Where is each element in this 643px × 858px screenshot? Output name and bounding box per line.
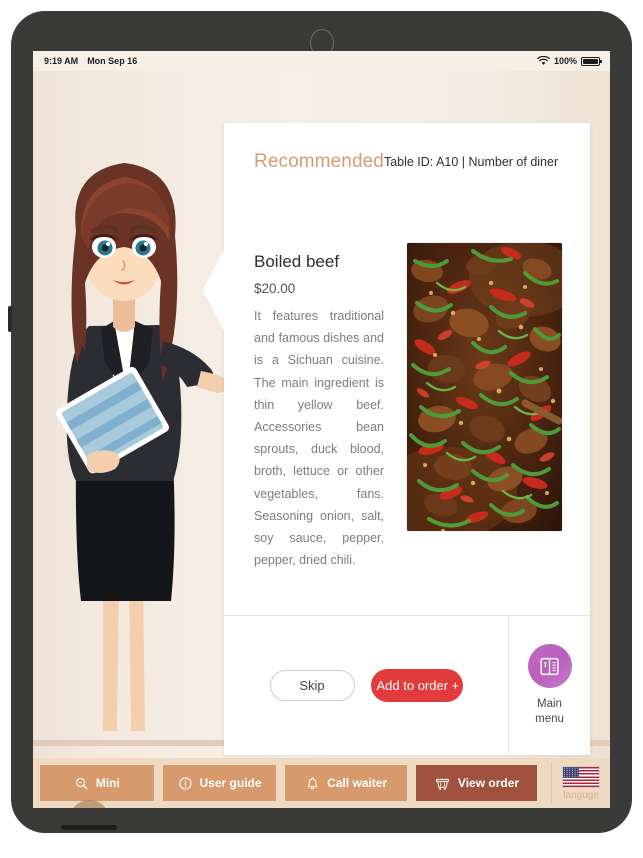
toolbar-item-view-order[interactable]: View order — [415, 765, 538, 801]
wifi-icon — [537, 56, 550, 65]
bottom-toolbar: Mini User guide Call waiter View order l… — [33, 758, 610, 808]
cart-icon — [436, 778, 449, 790]
status-time: 9:19 AM — [44, 56, 79, 66]
dish-price: $20.00 — [254, 281, 296, 296]
tablet-device-frame: 9:19 AM Mon Sep 16 100% Recommended Tabl… — [8, 11, 632, 833]
language-selector[interactable]: languge — [551, 762, 610, 804]
device-home-indicator — [61, 825, 117, 830]
magnifier-icon — [75, 777, 88, 789]
menu-book-icon — [540, 657, 559, 675]
recommended-dish-card: Recommended Table ID: A10 | Number of di… — [203, 123, 590, 755]
toolbar-item-call-waiter[interactable]: Call waiter — [285, 765, 407, 801]
toolbar-item-user-guide[interactable]: User guide — [162, 765, 277, 801]
boiled-beef-image — [407, 243, 562, 531]
main-menu-label: Main menu — [535, 698, 564, 725]
add-to-order-button[interactable]: Add to order + — [370, 669, 463, 702]
dish-photo[interactable] — [407, 243, 562, 531]
main-menu-button[interactable] — [527, 644, 572, 688]
device-side-button[interactable] — [8, 306, 12, 332]
restaurant-app-screen: Recommended Table ID: A10 | Number of di… — [33, 71, 610, 808]
hostess-character-illustration — [55, 163, 229, 731]
toolbar-item-call-waiter-label: Call waiter — [327, 776, 388, 790]
section-title: Recommended — [254, 151, 384, 172]
dish-action-row: Skip Add to order + — [224, 616, 508, 755]
table-info-text: Table ID: A10 | Number of diner — [383, 155, 559, 169]
info-circle-icon — [178, 776, 192, 790]
skip-button[interactable]: Skip — [269, 670, 355, 701]
us-flag-icon — [562, 765, 601, 788]
battery-percent: 100% — [553, 56, 577, 66]
language-label: languge — [563, 789, 599, 801]
main-menu-shortcut[interactable]: Main menu — [509, 616, 590, 755]
bell-icon — [307, 777, 318, 789]
dish-description: It features traditional and famous dishe… — [254, 309, 384, 568]
dish-name: Boiled beef — [254, 252, 340, 271]
toolbar-item-mini[interactable]: Mini — [40, 765, 154, 801]
status-bar: 9:19 AM Mon Sep 16 100% — [33, 51, 610, 71]
tablet-screen: 9:19 AM Mon Sep 16 100% Recommended Tabl… — [33, 51, 610, 808]
status-right-cluster: 100% — [537, 56, 602, 66]
status-date: Mon Sep 16 — [87, 56, 138, 66]
speech-bubble-tail — [203, 248, 225, 332]
card-header: Recommended Table ID: A10 | Number of di… — [224, 123, 590, 201]
toolbar-item-mini-label: Mini — [95, 776, 120, 790]
battery-icon — [581, 56, 602, 66]
toolbar-item-view-order-label: View order — [457, 776, 520, 790]
toolbar-item-user-guide-label: User guide — [199, 776, 262, 790]
